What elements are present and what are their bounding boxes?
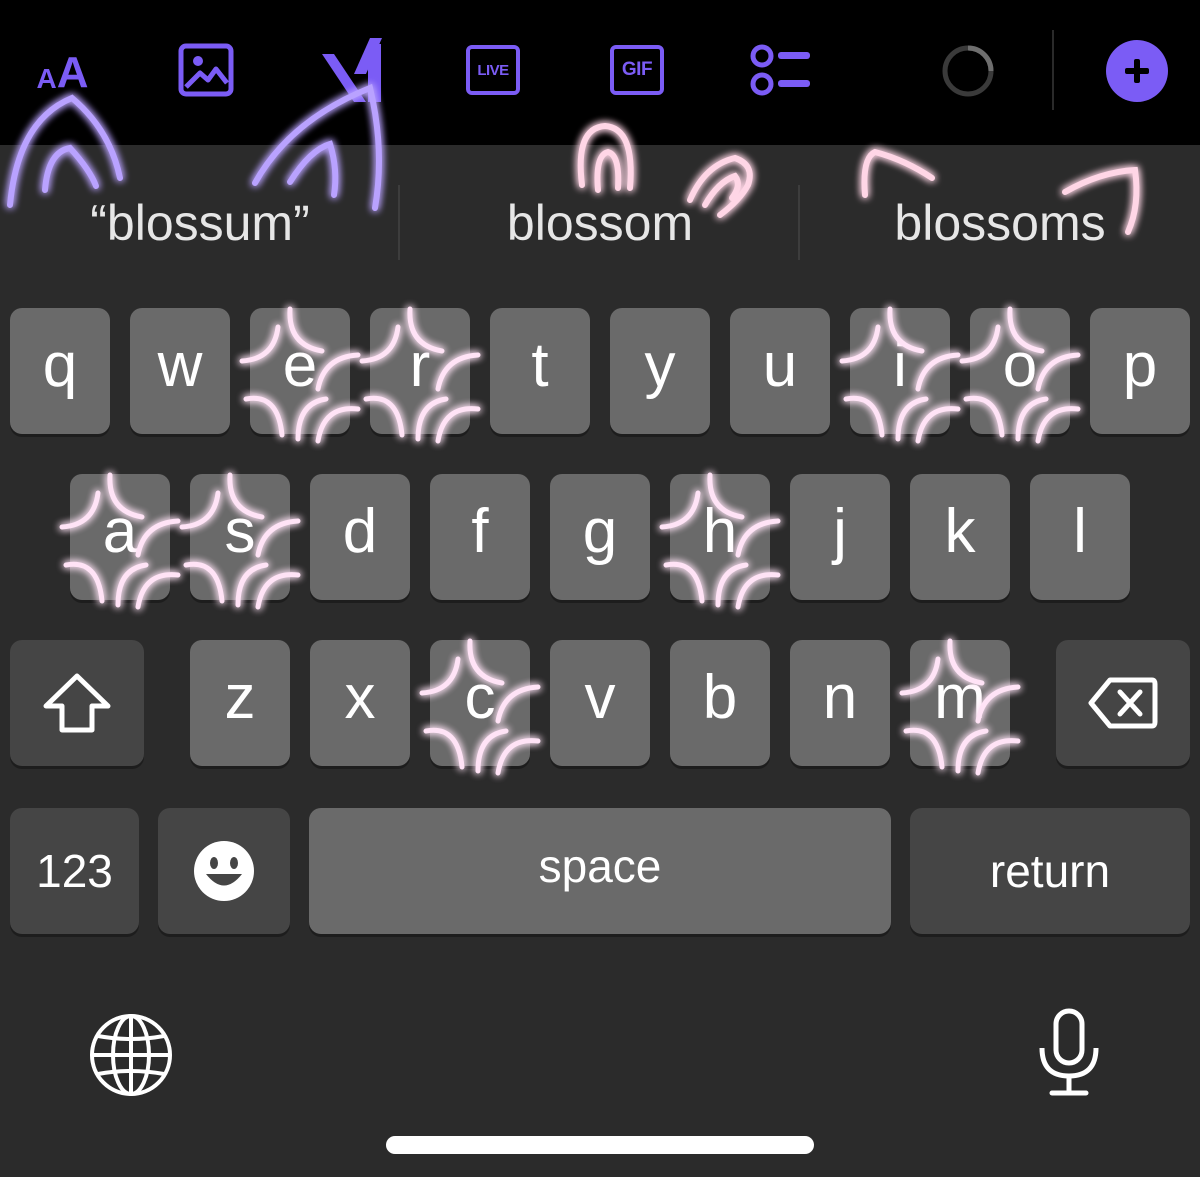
image-icon[interactable] [178,43,234,97]
shift-icon [43,673,111,733]
home-indicator [386,1136,814,1154]
key-v[interactable]: v [550,640,650,766]
key-y[interactable]: y [610,308,710,434]
text-size-large-label: A [56,47,89,97]
key-label: k [944,497,976,566]
key-i[interactable]: i [850,308,950,434]
key-label: x [344,663,376,732]
key-label: t [531,331,549,400]
key-f[interactable]: f [430,474,530,600]
key-g[interactable]: g [550,474,650,600]
suggestion-3[interactable]: blossoms [800,193,1200,253]
return-key[interactable]: return [910,808,1190,934]
key-l[interactable]: l [1030,474,1130,600]
gif-icon[interactable]: GIF [610,45,664,95]
key-label: d [342,497,378,566]
key-label: o [1002,331,1038,400]
text-size-icon[interactable]: AAAA [25,45,100,100]
key-w[interactable]: w [130,308,230,434]
return-label: return [989,845,1111,897]
key-a[interactable]: a [70,474,170,600]
progress-ring-icon [940,43,996,99]
backspace-icon [1088,677,1158,729]
key-label: u [762,331,798,400]
key-b[interactable]: b [670,640,770,766]
key-label: q [42,331,78,400]
key-label: n [822,663,858,732]
ai-logo-icon[interactable] [318,34,384,104]
key-u[interactable]: u [730,308,830,434]
numbers-key[interactable]: 123 [10,808,139,934]
key-k[interactable]: k [910,474,1010,600]
key-label: g [582,497,618,566]
key-e[interactable]: e [250,308,350,434]
key-label: z [224,663,256,732]
emoji-icon [194,841,254,901]
shift-key[interactable] [10,640,144,766]
key-h[interactable]: h [670,474,770,600]
delete-key[interactable] [1056,640,1190,766]
key-z[interactable]: z [190,640,290,766]
key-q[interactable]: q [10,308,110,434]
key-label: h [702,497,738,566]
key-c[interactable]: c [430,640,530,766]
key-t[interactable]: t [490,308,590,434]
key-label: y [644,331,676,400]
list-icon[interactable] [748,42,812,98]
key-m[interactable]: m [910,640,1010,766]
key-label: r [409,331,431,400]
space-label: space [538,840,662,892]
key-label: j [833,497,847,566]
key-label: a [102,497,138,566]
key-label: f [471,497,489,566]
key-label: m [934,663,986,732]
live-icon[interactable]: LIVE [466,45,520,95]
keyboard-toolbar: AAAA LIVE GIF [0,0,1200,145]
key-label: e [282,331,318,400]
key-label: l [1073,497,1087,566]
key-d[interactable]: d [310,474,410,600]
key-label: v [584,663,616,732]
key-p[interactable]: p [1090,308,1190,434]
key-j[interactable]: j [790,474,890,600]
key-label: w [157,331,203,400]
numbers-label: 123 [36,845,113,897]
key-label: i [893,331,907,400]
key-r[interactable]: r [370,308,470,434]
microphone-icon[interactable] [1036,1008,1102,1098]
emoji-key[interactable] [158,808,290,934]
key-o[interactable]: o [970,308,1070,434]
key-label: b [702,663,738,732]
globe-icon[interactable] [88,1012,174,1098]
plus-icon[interactable] [1106,40,1168,102]
key-s[interactable]: s [190,474,290,600]
suggestion-bar: “blossum” blossom blossoms [0,145,1200,285]
suggestion-1[interactable]: “blossum” [0,193,400,253]
text-size-small-label: A [36,62,57,94]
key-label: p [1122,331,1158,400]
space-key[interactable]: space [309,808,891,934]
key-x[interactable]: x [310,640,410,766]
key-n[interactable]: n [790,640,890,766]
toolbar-divider [1052,30,1054,110]
key-label: s [224,497,256,566]
suggestion-2[interactable]: blossom [400,193,800,253]
key-label: c [464,663,496,732]
